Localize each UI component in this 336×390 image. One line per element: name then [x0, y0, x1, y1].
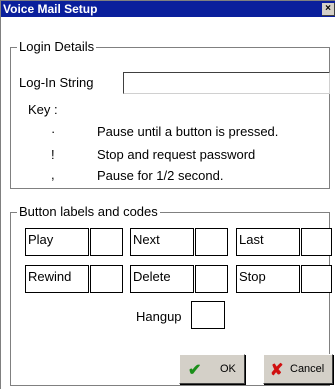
hangup-label: Hangup: [136, 309, 182, 324]
key-symbol-dot: ·: [51, 124, 56, 139]
key-symbol-comma: ,: [51, 167, 55, 182]
key-label: Key :: [28, 102, 58, 117]
stop-label-field[interactable]: Stop: [236, 265, 300, 293]
hangup-code-field[interactable]: [191, 301, 225, 329]
key-desc-stop-password: Stop and request password: [97, 147, 256, 162]
x-icon: ✘: [270, 362, 284, 379]
play-label-field[interactable]: Play: [25, 228, 89, 256]
key-symbol-bang: !: [51, 147, 55, 162]
login-string-input[interactable]: [123, 72, 330, 94]
title-bar: Voice Mail Setup ×: [1, 1, 335, 17]
rewind-code-field[interactable]: [90, 265, 123, 293]
cancel-button[interactable]: ✘ Cancel: [263, 354, 333, 384]
button-labels-legend: Button labels and codes: [17, 204, 160, 219]
login-details-legend: Login Details: [17, 39, 97, 54]
checkmark-icon: ✔: [188, 362, 202, 379]
last-code-field[interactable]: [301, 228, 332, 256]
key-desc-half-second: Pause for 1/2 second.: [97, 168, 224, 183]
rewind-label-field[interactable]: Rewind: [25, 265, 89, 293]
cancel-button-label: Cancel: [290, 363, 325, 375]
last-label-field[interactable]: Last: [236, 228, 300, 256]
window-title: Voice Mail Setup: [3, 2, 98, 16]
close-icon[interactable]: ×: [322, 3, 335, 16]
ok-button-label: OK: [220, 363, 236, 375]
delete-code-field[interactable]: [195, 265, 228, 293]
play-code-field[interactable]: [90, 228, 123, 256]
ok-button[interactable]: ✔ OK: [179, 354, 245, 384]
key-desc-pause-button: Pause until a button is pressed.: [97, 124, 279, 139]
voice-mail-setup-window: Voice Mail Setup × Login Details Log-In …: [0, 0, 335, 389]
delete-label-field[interactable]: Delete: [130, 265, 194, 293]
next-code-field[interactable]: [195, 228, 228, 256]
login-details-group: Login Details Log-In String Key : · Paus…: [10, 39, 330, 189]
login-string-label: Log-In String: [19, 75, 94, 90]
stop-code-field[interactable]: [301, 265, 332, 293]
next-label-field[interactable]: Next: [130, 228, 194, 256]
